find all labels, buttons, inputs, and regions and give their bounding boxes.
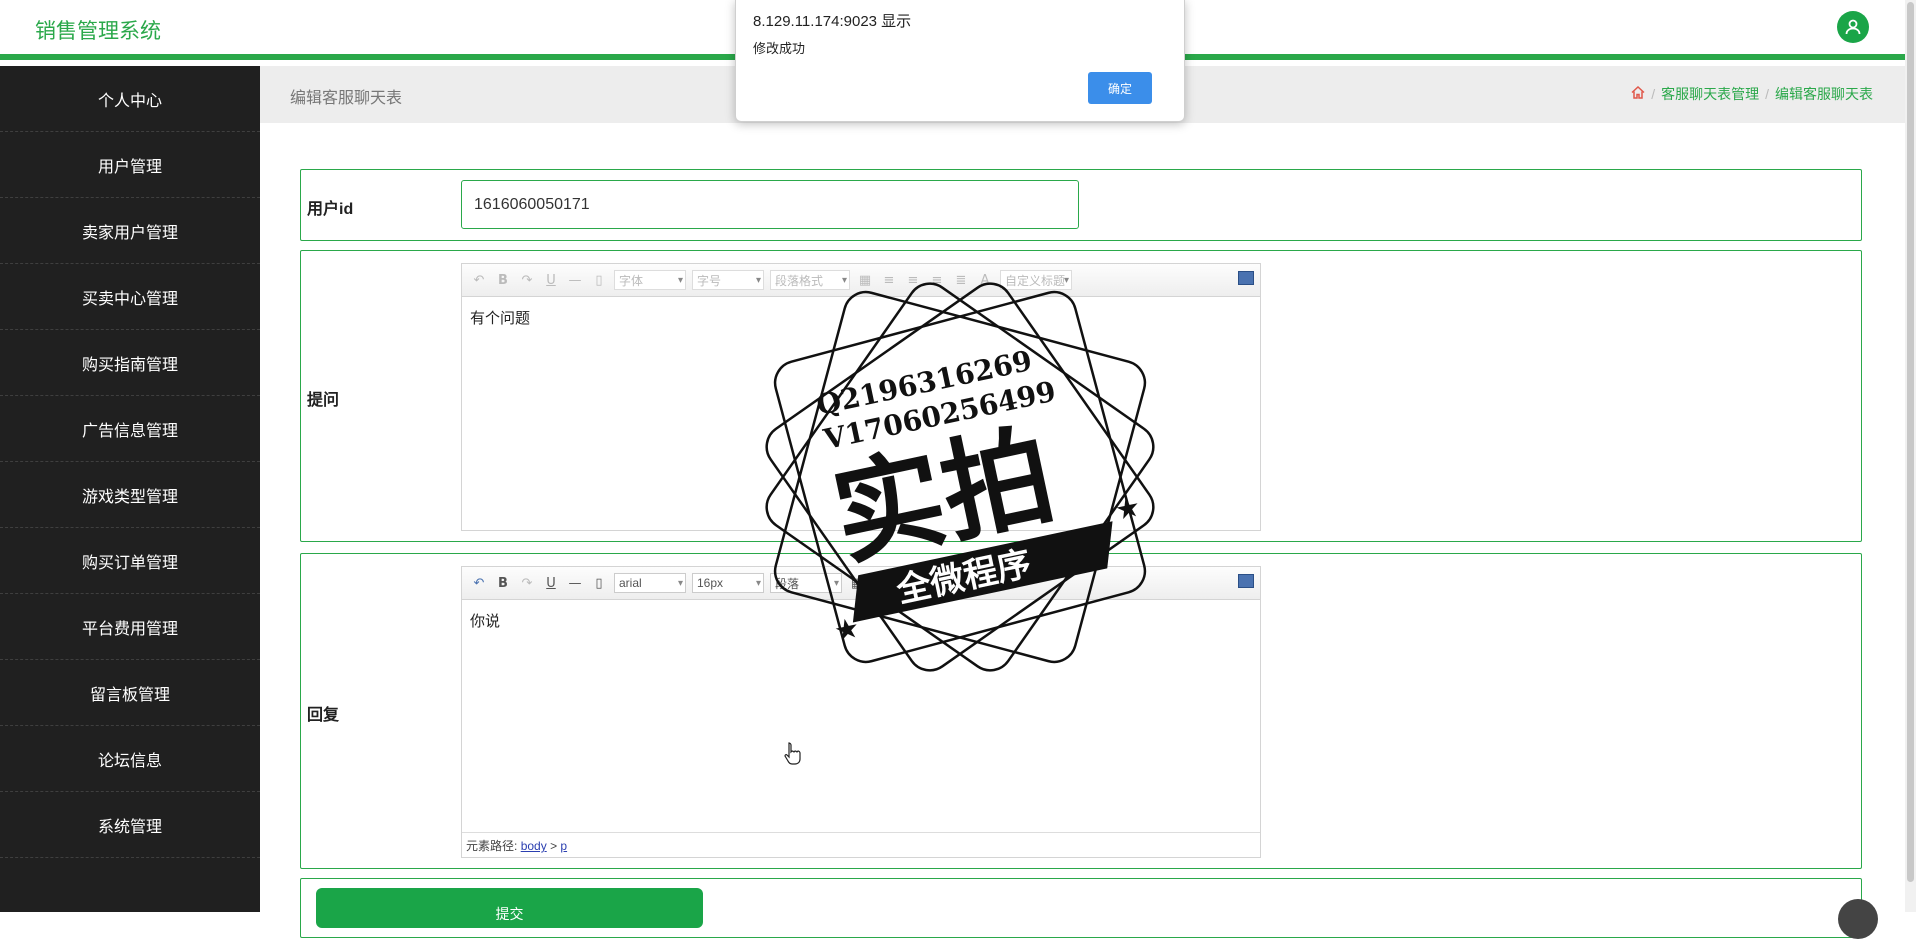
sidebar-item-label: 系统管理	[97, 818, 162, 836]
sidebar-item-message-board[interactable]: 留言板管理	[0, 660, 260, 726]
breadcrumb-item[interactable]: 编辑客服聊天表	[1775, 84, 1873, 104]
question-label: 提问	[307, 392, 340, 409]
breadcrumb-item[interactable]: 客服聊天表管理	[1661, 84, 1759, 104]
sidebar-item-label: 买卖中心管理	[81, 290, 178, 308]
underline-icon[interactable]: U	[542, 271, 560, 289]
watermark-stamp: Q2196316269 V17060256499 实拍 全微程序 ★ ★	[765, 282, 1155, 672]
bold-icon[interactable]: B	[494, 574, 512, 592]
redo-icon[interactable]: ↷	[518, 574, 536, 592]
redo-icon[interactable]: ↷	[518, 271, 536, 289]
element-path-separator: >	[550, 839, 561, 853]
hand-cursor-icon	[784, 742, 801, 765]
sidebar: 个人中心 用户管理 卖家用户管理 买卖中心管理 购买指南管理 广告信息管理 游戏…	[0, 66, 260, 912]
sidebar-item-personal-center[interactable]: 个人中心	[0, 66, 260, 132]
user-id-label: 用户id	[307, 201, 354, 218]
sidebar-item-platform-fee[interactable]: 平台费用管理	[0, 594, 260, 660]
svg-text:★: ★	[1112, 491, 1143, 527]
app-title: 销售管理系统	[35, 20, 161, 43]
sidebar-item-trade-center[interactable]: 买卖中心管理	[0, 264, 260, 330]
element-path-body-link[interactable]: body	[521, 839, 547, 853]
element-path-bar: 元素路径: body > p	[462, 832, 1260, 857]
page-title: 编辑客服聊天表	[290, 90, 403, 107]
document-icon[interactable]: ▯	[590, 574, 608, 592]
sidebar-item-label: 购买指南管理	[81, 356, 178, 374]
sidebar-item-label: 广告信息管理	[81, 422, 178, 440]
reply-label: 回复	[307, 707, 340, 724]
sidebar-item-label: 个人中心	[97, 92, 162, 110]
user-avatar-icon[interactable]	[1837, 11, 1869, 43]
back-to-top-button[interactable]	[1838, 899, 1878, 939]
breadcrumb-separator: /	[1765, 86, 1769, 102]
horizontal-rule-icon[interactable]: —	[566, 271, 584, 289]
sidebar-item-label: 用户管理	[97, 158, 162, 176]
sidebar-item-system[interactable]: 系统管理	[0, 792, 260, 858]
sidebar-item-user-management[interactable]: 用户管理	[0, 132, 260, 198]
alert-host: 8.129.11.174:9023 显示	[753, 13, 912, 30]
breadcrumb-separator: /	[1651, 86, 1656, 102]
sidebar-item-purchase-order[interactable]: 购买订单管理	[0, 528, 260, 594]
underline-icon[interactable]: U	[542, 574, 560, 592]
font-family-select[interactable]: 字体	[614, 270, 686, 290]
fullscreen-icon[interactable]	[1238, 574, 1254, 588]
undo-icon[interactable]: ↶	[470, 574, 488, 592]
sidebar-item-seller-management[interactable]: 卖家用户管理	[0, 198, 260, 264]
sidebar-item-ad-info[interactable]: 广告信息管理	[0, 396, 260, 462]
alert-message: 修改成功	[753, 41, 806, 56]
sidebar-item-forum[interactable]: 论坛信息	[0, 726, 260, 792]
home-icon[interactable]	[1631, 85, 1645, 102]
font-family-select[interactable]: arial	[614, 573, 686, 593]
sidebar-item-game-type[interactable]: 游戏类型管理	[0, 462, 260, 528]
sidebar-item-buying-guide[interactable]: 购买指南管理	[0, 330, 260, 396]
bold-icon[interactable]: B	[494, 271, 512, 289]
sidebar-item-label: 购买订单管理	[81, 554, 178, 572]
horizontal-rule-icon[interactable]: —	[566, 574, 584, 592]
alert-dialog: 8.129.11.174:9023 显示 修改成功 确定	[735, 0, 1185, 122]
user-id-input[interactable]	[461, 180, 1079, 229]
sidebar-item-label: 游戏类型管理	[81, 488, 178, 506]
submit-button[interactable]: 提交	[316, 888, 703, 928]
sidebar-item-label: 留言板管理	[89, 686, 170, 704]
document-icon[interactable]: ▯	[590, 271, 608, 289]
element-path-p-link[interactable]: p	[560, 839, 567, 853]
page-scrollbar[interactable]	[1905, 0, 1916, 912]
user-id-row: 用户id	[300, 169, 1862, 241]
undo-icon[interactable]: ↶	[470, 271, 488, 289]
element-path-label: 元素路径:	[466, 839, 518, 853]
sidebar-item-label: 论坛信息	[97, 752, 162, 770]
alert-ok-button[interactable]: 确定	[1088, 72, 1152, 104]
sidebar-item-label: 平台费用管理	[81, 620, 178, 638]
breadcrumb: / 客服聊天表管理 / 编辑客服聊天表	[1631, 84, 1873, 104]
sidebar-item-label: 卖家用户管理	[81, 224, 178, 242]
fullscreen-icon[interactable]	[1238, 271, 1254, 285]
